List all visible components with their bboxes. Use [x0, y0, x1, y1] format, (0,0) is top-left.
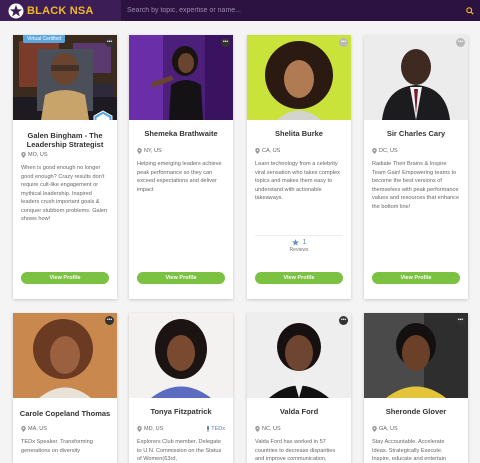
speaker-name[interactable]: Sheronde Glover — [364, 407, 468, 425]
search-button[interactable] — [460, 0, 480, 21]
speaker-card[interactable]: ••• Valda Ford NC, US Valda Ford has wor… — [247, 313, 351, 463]
more-options-icon[interactable]: ••• — [456, 38, 465, 47]
speaker-description: Stay Accountable. Accelerate Ideas. Stra… — [372, 439, 447, 462]
speaker-card[interactable]: ••• Carole Copeland Thomas MA, US TEDx S… — [13, 313, 117, 463]
view-profile-button[interactable]: View Profile — [372, 272, 460, 284]
location-pin-icon — [21, 152, 26, 158]
photo-shelita-burke — [247, 35, 351, 120]
speaker-name[interactable]: Galen Bingham - The Leadership Strategis… — [13, 129, 117, 151]
virtual-certified-badge: Virtual Certified — [23, 35, 66, 43]
view-profile-button[interactable]: View Profile — [137, 272, 225, 284]
speaker-card[interactable]: ••• Shemeka Brathwaite NY, US Helping em… — [129, 35, 233, 299]
speaker-description: Radiate Their Brains & Inspire Team Gain… — [372, 161, 460, 210]
speaker-location: NC, US — [247, 426, 351, 432]
speaker-photo[interactable]: ••• — [247, 313, 351, 398]
speaker-photo[interactable] — [129, 313, 233, 398]
location-pin-icon — [137, 148, 142, 154]
photo-valda-ford — [247, 313, 351, 398]
reviews-label: Reviews — [289, 247, 309, 253]
speaker-card[interactable]: ••• Sheronde Glover GA, US Stay Accounta… — [364, 313, 468, 463]
speaker-name[interactable]: Tonya Fitzpatrick — [129, 407, 233, 425]
speaker-location: GA, US — [364, 426, 468, 432]
brand-name: BLACK NSA — [27, 4, 94, 17]
speaker-description: TEDx Speaker. Transforming generations o… — [21, 439, 93, 454]
more-options-icon[interactable]: ••• — [456, 316, 465, 325]
speaker-name[interactable]: Valda Ford — [247, 407, 351, 425]
more-options-icon[interactable]: ••• — [339, 38, 348, 47]
photo-shemeka-brathwaite — [129, 35, 233, 120]
tedx-label: TEDx — [211, 426, 225, 432]
location-pin-icon — [21, 426, 26, 432]
speaker-photo[interactable]: ••• — [364, 313, 468, 398]
reviews-summary[interactable]: 1 Reviews — [255, 235, 343, 253]
location-text: GA, US — [379, 426, 398, 432]
search-bar — [121, 0, 480, 21]
speaker-location: NY, US — [129, 148, 233, 154]
photo-tonya-fitzpatrick — [129, 313, 233, 398]
speaker-photo[interactable]: ••• — [13, 313, 117, 398]
photo-carole-copeland-thomas — [13, 313, 117, 398]
location-text: MA, US — [28, 426, 47, 432]
photo-sheronde-glover — [364, 313, 468, 398]
speaker-name[interactable]: Shemeka Brathwaite — [129, 129, 233, 147]
location-text: MO, US — [28, 152, 48, 158]
speaker-description: Explorers Club member. Delegate to U.N. … — [137, 439, 222, 462]
speaker-name[interactable]: Carole Copeland Thomas — [13, 407, 117, 425]
more-options-icon[interactable]: ••• — [105, 316, 114, 325]
speaker-photo[interactable]: Virtual Certified ••• — [13, 35, 117, 120]
location-pin-icon — [255, 148, 260, 154]
tedx-tag: TEDx — [206, 426, 225, 432]
speaker-location: MO, US — [13, 152, 117, 158]
virtual-certified-seal-icon — [93, 110, 113, 120]
speaker-card[interactable]: Tonya Fitzpatrick MD, US TEDx Explorers … — [129, 313, 233, 463]
top-bar: BLACK NSA — [0, 0, 480, 21]
location-pin-icon — [137, 426, 142, 432]
more-options-icon[interactable]: ••• — [105, 38, 114, 47]
more-options-icon[interactable]: ••• — [221, 38, 230, 47]
speaker-location: DC, US — [364, 148, 468, 154]
location-text: NC, US — [262, 426, 281, 432]
more-options-icon[interactable]: ••• — [339, 316, 348, 325]
speaker-photo[interactable]: ••• — [247, 35, 351, 120]
view-profile-button[interactable]: View Profile — [255, 272, 343, 284]
view-profile-button[interactable]: View Profile — [21, 272, 109, 284]
speaker-description: Helping emerging leaders achieve peak pe… — [137, 161, 222, 193]
reviews-count: 1 — [302, 239, 307, 246]
photo-galen-bingham — [13, 35, 117, 120]
speaker-location: MD, US TEDx — [129, 426, 233, 432]
speaker-name[interactable]: Shelita Burke — [247, 129, 351, 147]
speaker-card[interactable]: ••• Sir Charles Cary DC, US Radiate Thei… — [364, 35, 468, 299]
photo-sir-charles-cary — [364, 35, 468, 120]
star-icon — [291, 239, 299, 246]
location-text: MD, US — [144, 426, 164, 432]
location-pin-icon — [372, 148, 377, 154]
speaker-name[interactable]: Sir Charles Cary — [364, 129, 468, 147]
search-icon — [466, 6, 474, 15]
location-text: CA, US — [262, 148, 281, 154]
speaker-card[interactable]: Virtual Certified ••• Galen Bingham - Th… — [13, 35, 117, 299]
location-pin-icon — [372, 426, 377, 432]
speaker-description: Learn technology from a celebrity viral … — [255, 161, 340, 201]
speaker-photo[interactable]: ••• — [129, 35, 233, 120]
speaker-description: Valda Ford has worked in 57 countries to… — [255, 439, 336, 462]
brand-logo[interactable]: BLACK NSA — [0, 0, 121, 21]
star-logo-icon — [8, 3, 24, 18]
speaker-description: When is good enough no longer good enoug… — [21, 165, 108, 222]
speaker-card[interactable]: ••• Shelita Burke CA, US Learn technolog… — [247, 35, 351, 299]
search-input[interactable] — [121, 0, 460, 21]
location-text: DC, US — [379, 148, 398, 154]
location-text: NY, US — [144, 148, 162, 154]
speaker-location: MA, US — [13, 426, 117, 432]
speaker-photo[interactable]: ••• — [364, 35, 468, 120]
microphone-icon — [207, 426, 210, 432]
location-pin-icon — [255, 426, 260, 432]
speaker-location: CA, US — [247, 148, 351, 154]
